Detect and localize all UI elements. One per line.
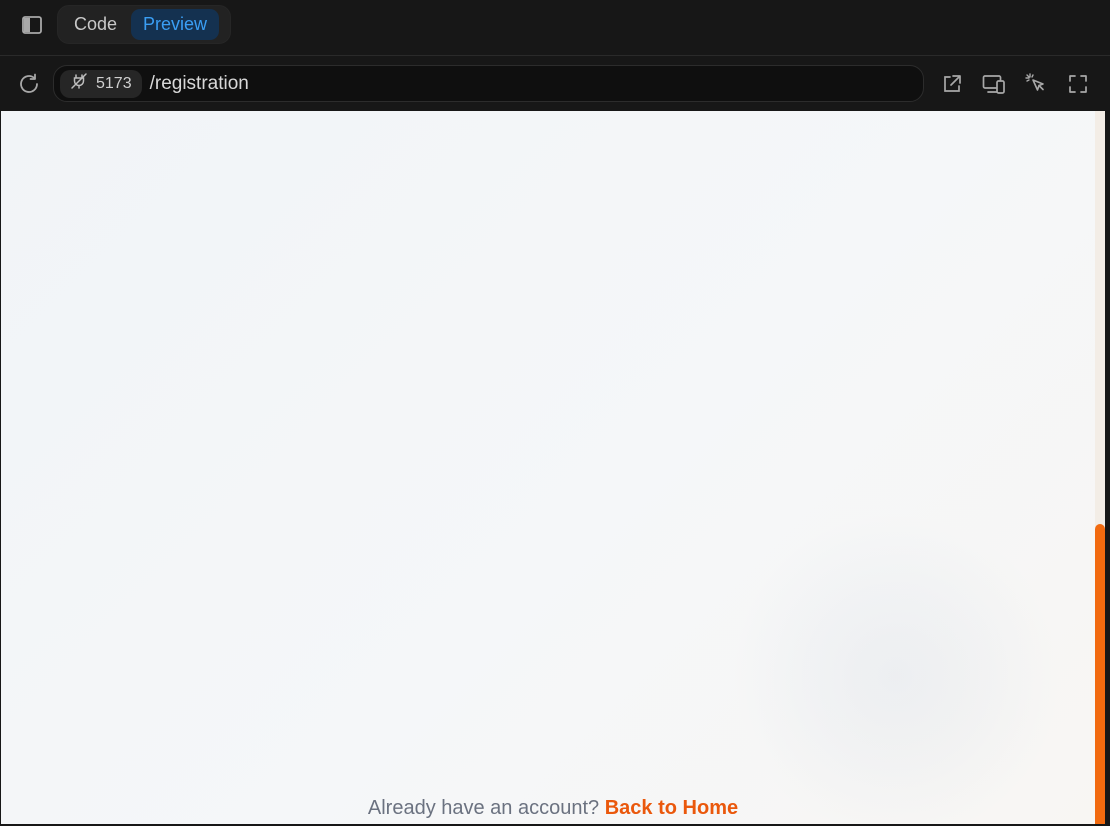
scrollbar-thumb[interactable] bbox=[1095, 524, 1105, 824]
sidebar-toggle-icon[interactable] bbox=[20, 14, 44, 36]
login-prompt-text: Already have an account? bbox=[367, 797, 600, 819]
devices-icon[interactable] bbox=[982, 72, 1006, 96]
view-tabs: Code Preview bbox=[57, 5, 231, 44]
port-badge[interactable]: 5173 bbox=[60, 69, 142, 98]
reload-icon[interactable] bbox=[17, 72, 41, 96]
login-prompt: Already have an account? Back to Home bbox=[1, 797, 1105, 820]
port-number: 5173 bbox=[96, 74, 132, 92]
url-path: /registration bbox=[149, 72, 249, 94]
window-edge bbox=[1105, 56, 1110, 826]
fullscreen-icon[interactable] bbox=[1066, 72, 1090, 96]
preview-actions bbox=[940, 72, 1090, 96]
plug-off-icon bbox=[70, 72, 88, 95]
preview-viewport: Already have an account? Back to Home bbox=[1, 111, 1105, 824]
address-input[interactable]: 5173 /registration bbox=[53, 65, 924, 102]
tab-code[interactable]: Code bbox=[62, 9, 129, 40]
tab-preview[interactable]: Preview bbox=[131, 9, 220, 40]
top-bar: Code Preview bbox=[0, 0, 1110, 56]
external-link-icon[interactable] bbox=[940, 72, 964, 96]
background-watermark bbox=[731, 511, 1061, 824]
cursor-select-icon[interactable] bbox=[1024, 72, 1048, 96]
back-to-home-link[interactable]: Back to Home bbox=[605, 797, 738, 819]
